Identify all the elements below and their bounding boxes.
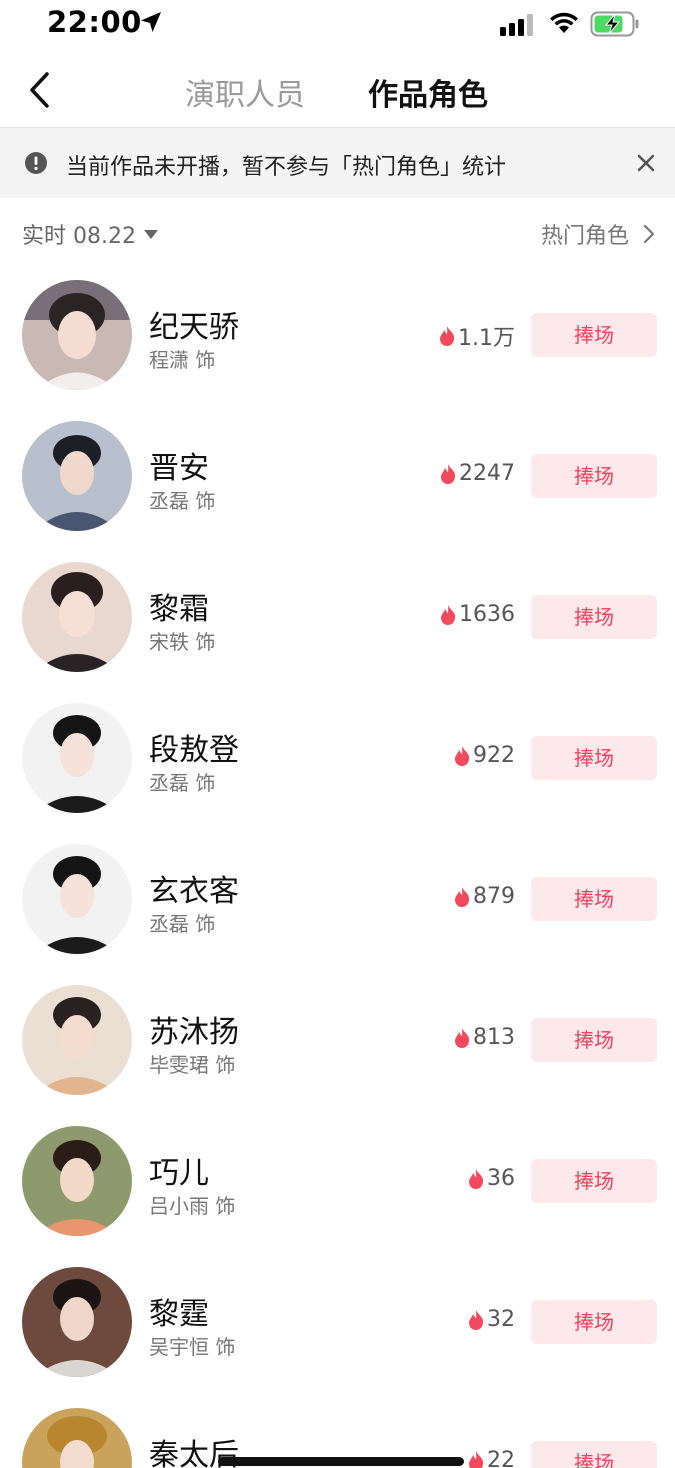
list-item[interactable]: 段敖登 丞磊 饰 922 捧场	[0, 691, 675, 832]
heat-text: 2247	[459, 461, 515, 486]
avatar	[22, 1267, 132, 1377]
info-icon	[25, 152, 47, 174]
support-button[interactable]: 捧场	[531, 736, 657, 780]
status-bar: 22:00	[0, 0, 675, 50]
role-name: 苏沐扬	[149, 1015, 239, 1050]
date-label: 实时 08.22	[22, 224, 136, 249]
role-name: 晋安	[149, 451, 209, 486]
avatar	[22, 280, 132, 390]
list-item[interactable]: 黎霆 吴宇恒 饰 32 捧场	[0, 1255, 675, 1396]
filter-row: 实时 08.22 热门角色	[0, 198, 675, 268]
flame-icon	[469, 1450, 484, 1468]
heat-text: 879	[473, 884, 515, 909]
heat-text: 22	[487, 1448, 515, 1468]
role-name: 黎霜	[149, 592, 209, 627]
actor-name: 丞磊 饰	[149, 912, 216, 936]
support-button[interactable]: 捧场	[531, 1159, 657, 1203]
notice-text: 当前作品未开播，暂不参与「热门角色」统计	[66, 155, 507, 180]
heat-value: 813	[453, 1025, 515, 1050]
battery-charging-icon	[590, 11, 639, 37]
flame-icon	[455, 886, 470, 907]
heat-text: 1636	[459, 602, 515, 627]
heat-value: 1636	[439, 602, 515, 627]
flame-icon	[441, 604, 456, 625]
actor-name: 宋轶 饰	[149, 630, 216, 654]
support-button[interactable]: 捧场	[531, 454, 657, 498]
flame-icon	[455, 1027, 470, 1048]
flame-icon	[469, 1168, 484, 1189]
hot-roles-label: 热门角色	[540, 224, 629, 249]
back-arrow-icon[interactable]	[22, 70, 58, 110]
date-dropdown[interactable]: 实时 08.22	[22, 218, 158, 250]
heat-value: 2247	[439, 461, 515, 486]
avatar	[22, 562, 132, 672]
avatar	[22, 1408, 132, 1468]
heat-value: 922	[453, 743, 515, 768]
actor-name: 程潇 饰	[149, 348, 216, 372]
location-arrow-icon	[141, 12, 161, 32]
actor-name: 丞磊 饰	[149, 489, 216, 513]
list-item[interactable]: 晋安 丞磊 饰 2247 捧场	[0, 409, 675, 550]
cellular-signal-icon	[500, 14, 533, 36]
list-item[interactable]: 巧儿 吕小雨 饰 36 捧场	[0, 1114, 675, 1255]
heat-value: 36	[467, 1166, 515, 1191]
support-button[interactable]: 捧场	[531, 1300, 657, 1344]
flame-icon	[440, 326, 455, 346]
avatar	[22, 1126, 132, 1236]
list-item[interactable]: 苏沐扬 毕雯珺 饰 813 捧场	[0, 973, 675, 1114]
nav-header: 演职人员 作品角色	[0, 50, 675, 128]
role-name: 黎霆	[149, 1297, 209, 1332]
role-name: 玄衣客	[149, 874, 239, 909]
support-button[interactable]: 捧场	[531, 595, 657, 639]
status-time: 22:00	[47, 5, 142, 39]
avatar	[22, 703, 132, 813]
heat-value: 879	[453, 884, 515, 909]
actor-name: 毕雯珺 饰	[149, 1053, 236, 1077]
caret-down-icon	[143, 229, 158, 239]
heat-value: 32	[467, 1307, 515, 1332]
heat-text: 813	[473, 1025, 515, 1050]
heat-value: 22	[467, 1448, 515, 1468]
avatar	[22, 985, 132, 1095]
close-icon[interactable]	[634, 151, 658, 175]
list-item[interactable]: 纪天骄 程潇 饰 1.1万 捧场	[0, 268, 675, 409]
support-button[interactable]: 捧场	[531, 1018, 657, 1062]
chevron-right-icon	[643, 224, 655, 244]
flame-icon	[455, 745, 470, 766]
actor-name: 吴宇恒 饰	[149, 1335, 236, 1359]
support-button[interactable]: 捧场	[531, 877, 657, 921]
role-name: 纪天骄	[149, 310, 239, 345]
list-item[interactable]: 玄衣客 丞磊 饰 879 捧场	[0, 832, 675, 973]
heat-text: 36	[487, 1166, 515, 1191]
heat-text: 32	[487, 1307, 515, 1332]
heat-text: 1.1万	[458, 326, 515, 351]
actor-name: 吕小雨 饰	[149, 1194, 236, 1218]
notice-bar: 当前作品未开播，暂不参与「热门角色」统计	[0, 128, 675, 198]
support-button[interactable]: 捧场	[531, 1441, 657, 1468]
wifi-icon	[550, 12, 578, 33]
home-indicator	[218, 1457, 464, 1466]
flame-icon	[469, 1309, 484, 1330]
role-name: 段敖登	[149, 733, 239, 768]
role-name: 巧儿	[149, 1156, 209, 1191]
heat-value: 1.1万	[438, 320, 515, 352]
hot-roles-link[interactable]: 热门角色	[541, 218, 655, 250]
support-button[interactable]: 捧场	[531, 313, 657, 357]
heat-text: 922	[473, 743, 515, 768]
avatar	[22, 844, 132, 954]
tab-cast-crew[interactable]: 演职人员	[185, 70, 305, 114]
flame-icon	[441, 463, 456, 484]
tab-roles[interactable]: 作品角色	[368, 70, 488, 114]
avatar	[22, 421, 132, 531]
list-item[interactable]: 黎霜 宋轶 饰 1636 捧场	[0, 550, 675, 691]
actor-name: 丞磊 饰	[149, 771, 216, 795]
